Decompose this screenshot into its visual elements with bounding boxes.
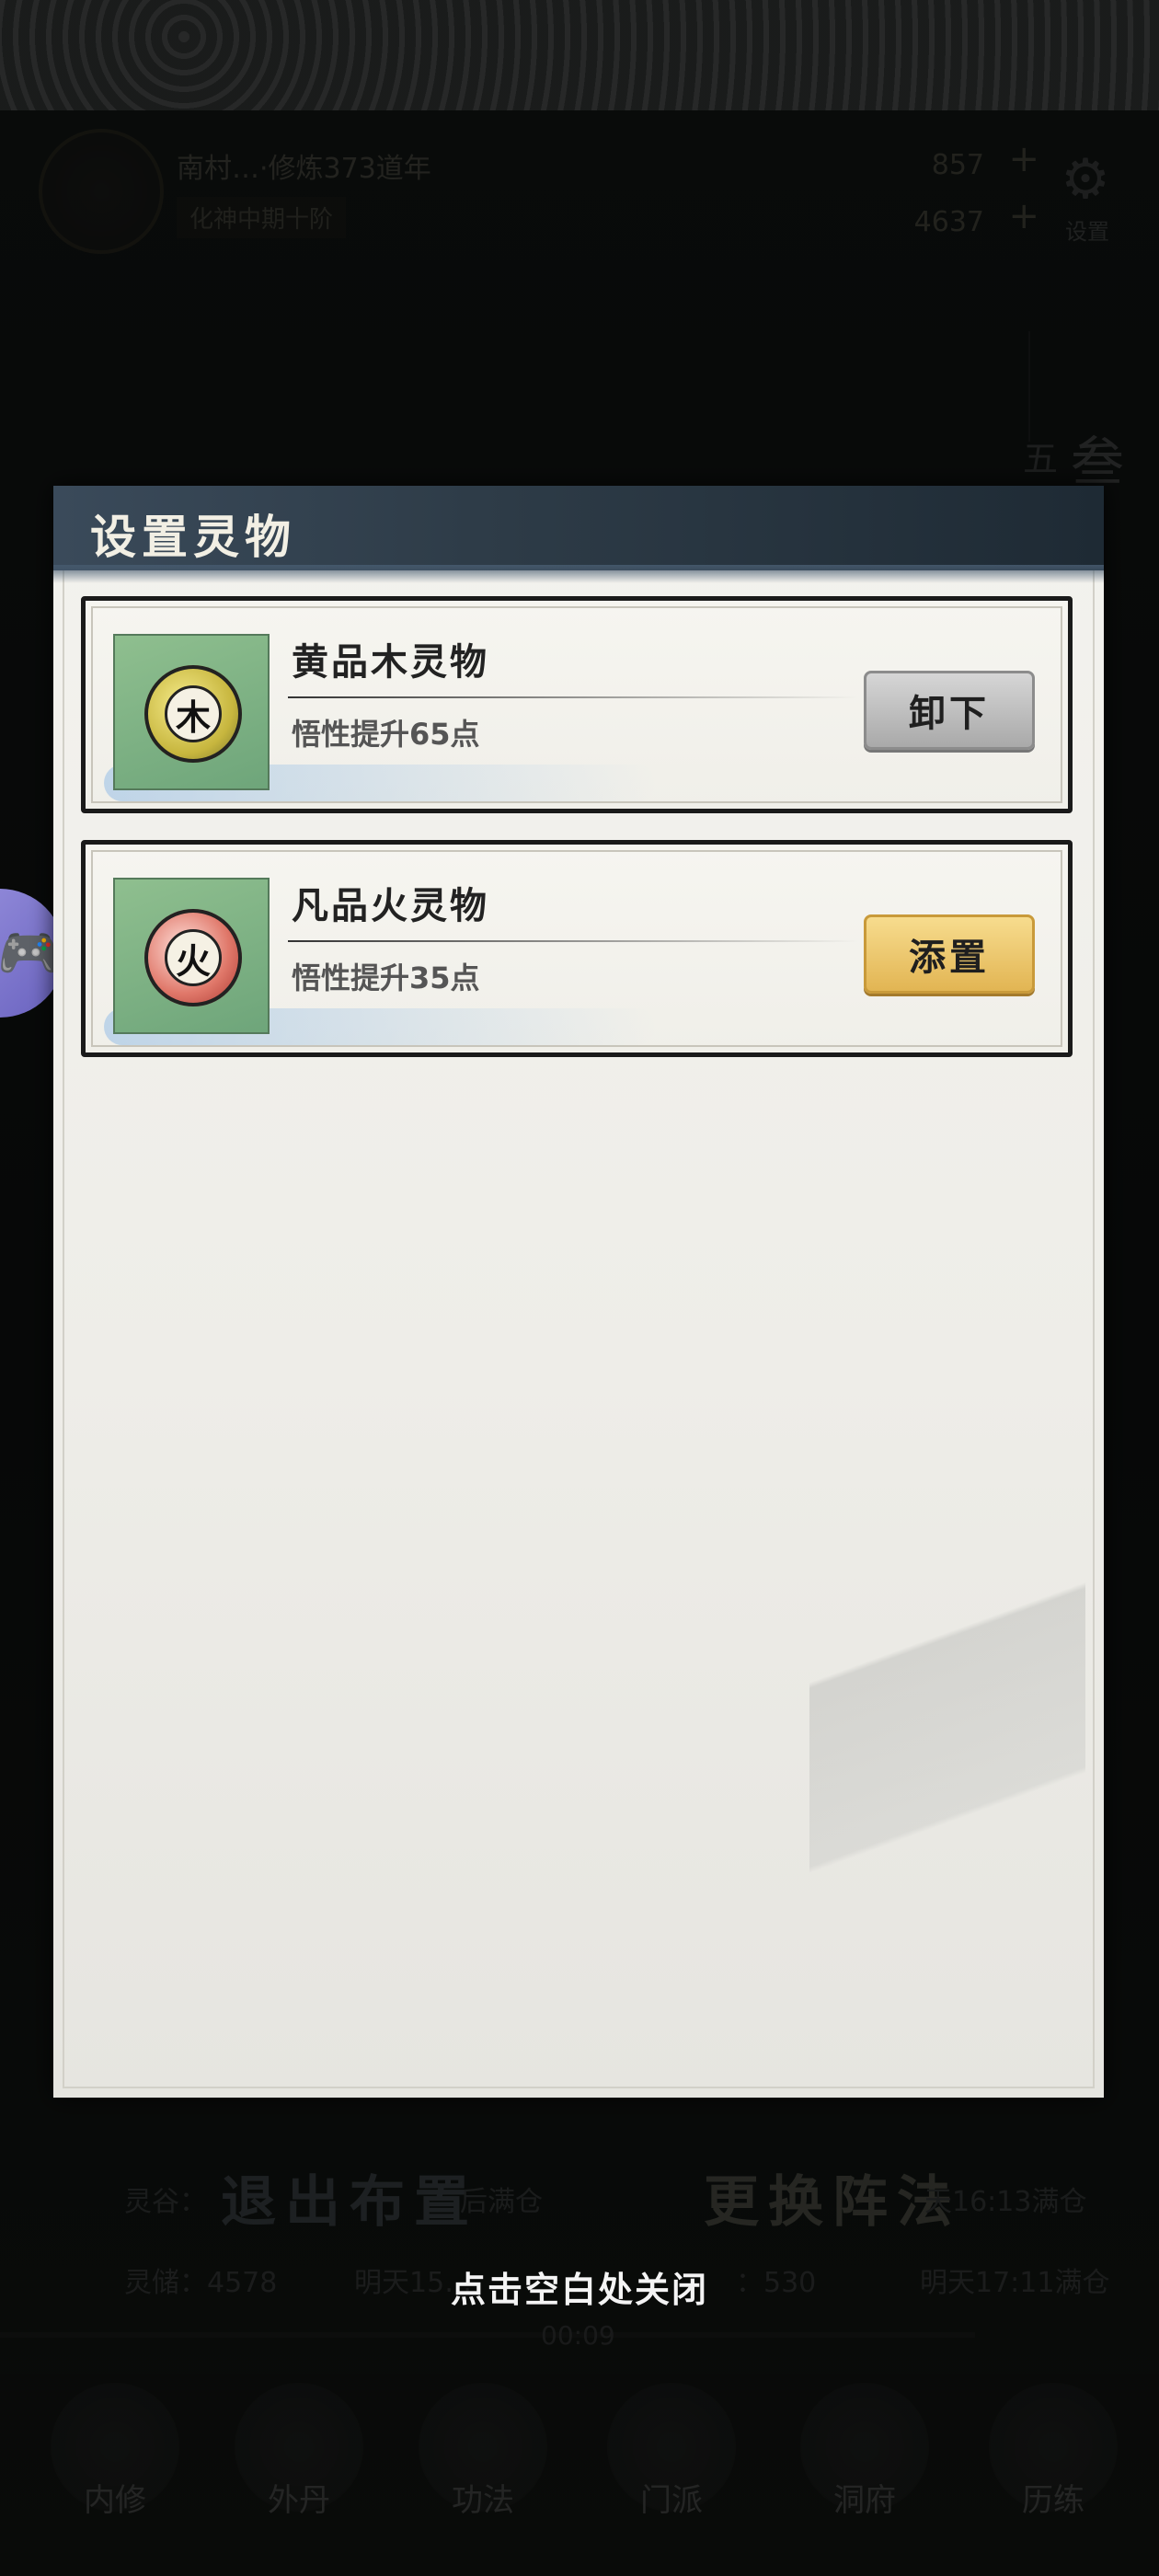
item-effect: 悟性提升35点 — [292, 960, 480, 995]
dialog-title: 设置灵物 — [90, 510, 296, 564]
spirit-item-card: 木 黄品木灵物 悟性提升65点 卸下 — [81, 596, 1073, 813]
element-glyph: 火 — [165, 929, 222, 986]
dialog-header: 设置灵物 — [53, 486, 1104, 583]
item-name: 黄品木灵物 — [292, 640, 489, 684]
item-icon-frame: 火 — [113, 878, 270, 1034]
unequip-button[interactable]: 卸下 — [864, 671, 1035, 750]
fire-orb-icon: 火 — [144, 909, 242, 1006]
close-hint: 点击空白处关闭 — [450, 2270, 708, 2310]
item-divider — [288, 696, 858, 698]
spirit-item-dialog: 设置灵物 木 黄品木灵物 悟性提升65点 卸下 火 凡品火灵物 悟性提升35点 … — [53, 486, 1104, 2098]
item-icon-frame: 木 — [113, 634, 270, 790]
element-glyph: 木 — [165, 685, 222, 742]
equip-button[interactable]: 添置 — [864, 914, 1035, 994]
wood-orb-icon: 木 — [144, 665, 242, 763]
item-name: 凡品火灵物 — [292, 884, 489, 927]
mountain-decoration — [809, 1498, 1085, 2013]
item-divider — [288, 940, 858, 942]
top-banner — [0, 0, 1159, 110]
spirit-item-card: 火 凡品火灵物 悟性提升35点 添置 — [81, 840, 1073, 1057]
item-effect: 悟性提升65点 — [292, 717, 480, 752]
gamepad-icon: 🎮 — [0, 924, 62, 983]
